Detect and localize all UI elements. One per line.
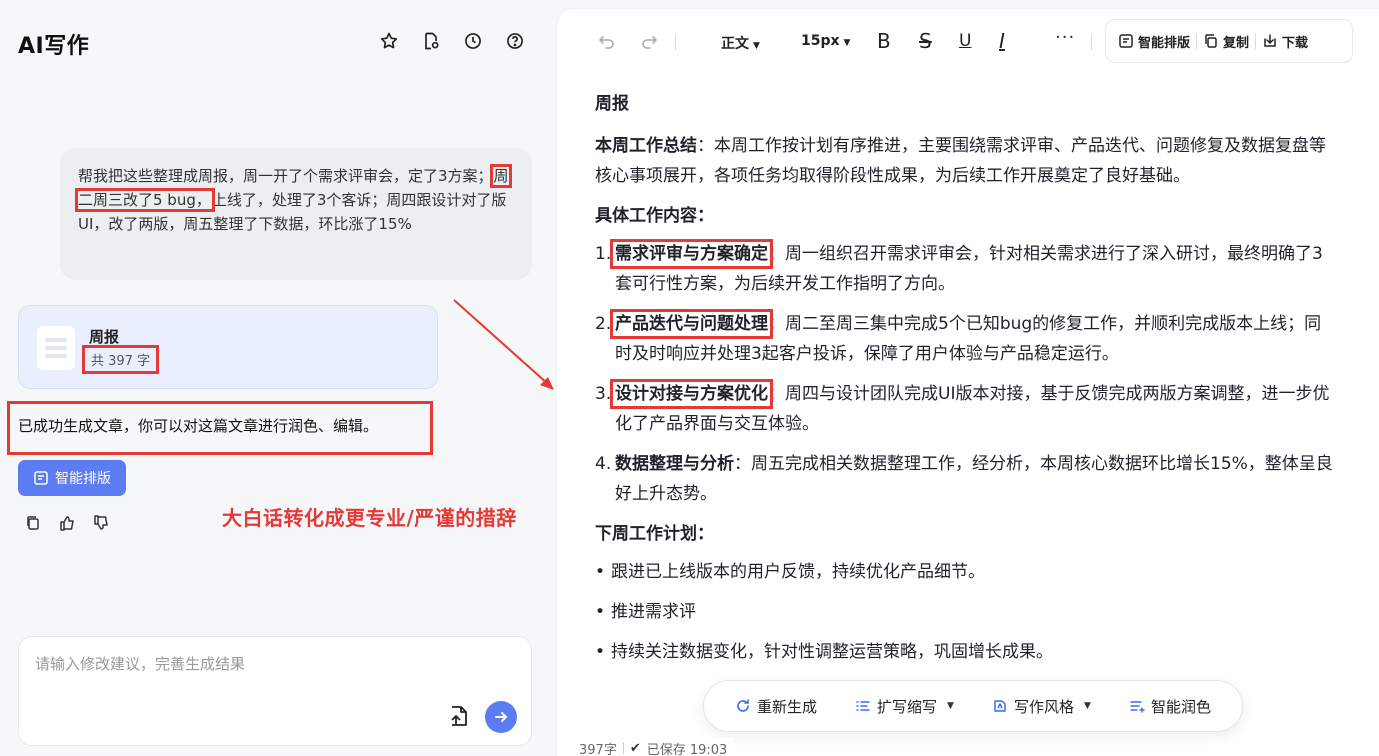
toolbar-divider bbox=[675, 34, 676, 50]
smart-polish-button[interactable]: 智能润色 bbox=[1129, 696, 1211, 717]
document-icon bbox=[37, 326, 75, 370]
document-settings-icon[interactable] bbox=[420, 30, 442, 52]
copy-label: 复制 bbox=[1223, 35, 1250, 51]
thumbs-down-icon[interactable] bbox=[92, 514, 110, 532]
summary-text: ：本周工作按计划有序推进，主要围绕需求评审、产品迭代、问题修复及数据复盘等核心事… bbox=[595, 136, 1326, 186]
summary-paragraph: 本周工作总结：本周工作按计划有序推进，主要围绕需求评审、产品迭代、问题修复及数据… bbox=[595, 131, 1335, 191]
toolbar-divider bbox=[1091, 34, 1092, 50]
list-item: 2. 产品迭代与问题处理：周二至周三集中完成5个已知bug的修复工作，并顺利完成版… bbox=[595, 309, 1335, 369]
italic-button[interactable]: I bbox=[999, 27, 1005, 55]
assistant-message: 已成功生成文章，你可以对这篇文章进行润色、编辑。 bbox=[7, 401, 433, 455]
app-title: AI写作 bbox=[18, 34, 90, 59]
document-content[interactable]: 周报 本周工作总结：本周工作按计划有序推进，主要围绕需求评审、产品迭代、问题修复… bbox=[595, 89, 1335, 677]
list-item: 1. 需求评审与方案确定：周一组织召开需求评审会，针对相关需求进行了深入研讨，最终… bbox=[595, 239, 1335, 299]
upload-file-icon[interactable] bbox=[445, 703, 471, 729]
style-icon bbox=[994, 700, 1006, 712]
font-size-value: 15px bbox=[801, 33, 840, 49]
strikethrough-button[interactable]: S bbox=[919, 27, 932, 55]
copy-icon[interactable] bbox=[24, 514, 42, 532]
doc-card-title: 周报 bbox=[89, 328, 120, 346]
copy-icon bbox=[1205, 34, 1217, 48]
thumbs-up-icon[interactable] bbox=[58, 514, 76, 532]
bold-button[interactable]: B bbox=[877, 27, 891, 55]
writing-style-label: 写作风格 bbox=[1013, 697, 1074, 716]
download-label: 下载 bbox=[1282, 35, 1309, 51]
chevron-down-icon: ▼ bbox=[753, 41, 760, 51]
generated-doc-card[interactable]: 周报 共 397 字 bbox=[18, 305, 438, 389]
list-item: 持续关注数据变化，针对性调整运营策略，巩固增长成果。 bbox=[595, 637, 1335, 667]
chevron-down-icon: ▼ bbox=[947, 701, 954, 711]
revision-input[interactable] bbox=[35, 653, 515, 703]
paragraph-style-value: 正文 bbox=[721, 36, 749, 52]
redo-icon[interactable] bbox=[639, 31, 659, 51]
editor-toolbar: 正文 ▼ 15px ▼ B S U I ··· 智能排版 复制 下载 bbox=[557, 9, 1379, 75]
layout-icon bbox=[1119, 34, 1133, 48]
status-bar: 397字 ✔ 已保存 19:03 bbox=[579, 738, 734, 756]
list-item: 3. 设计对接与方案优化：周四与设计团队完成UI版本对接，基于反馈完成两版方案调整… bbox=[595, 379, 1335, 439]
list-item-term: 设计对接与方案优化 bbox=[610, 379, 773, 409]
list-item-number: 1. bbox=[595, 244, 612, 264]
summary-label: 本周工作总结 bbox=[595, 136, 697, 156]
annotation-arrow-icon bbox=[453, 299, 554, 390]
star-icon[interactable] bbox=[378, 30, 400, 52]
list-item-number: 3. bbox=[595, 384, 612, 404]
list-icon bbox=[856, 701, 870, 711]
floating-action-bar: 重新生成 扩写缩写 ▼ 写作风格 ▼ 智能润色 bbox=[703, 680, 1243, 732]
undo-icon[interactable] bbox=[597, 31, 617, 51]
writing-style-button[interactable]: 写作风格 ▼ bbox=[992, 696, 1091, 717]
arrow-right-icon bbox=[495, 712, 508, 722]
help-icon[interactable] bbox=[504, 30, 526, 52]
editor-panel: 正文 ▼ 15px ▼ B S U I ··· 智能排版 复制 下载 周报 本周… bbox=[556, 8, 1379, 756]
status-divider bbox=[622, 742, 624, 754]
smart-layout-toolbar-label: 智能排版 bbox=[1138, 35, 1191, 51]
history-icon[interactable] bbox=[462, 30, 484, 52]
save-status: 已保存 19:03 bbox=[646, 742, 728, 756]
annotation-text: 大白话转化成更专业/严谨的措辞 bbox=[222, 506, 517, 530]
chevron-down-icon: ▼ bbox=[843, 38, 851, 48]
word-count: 397字 bbox=[579, 742, 617, 756]
list-item: 4. 数据整理与分析：周五完成相关数据整理工作，经分析，本周核心数据环比增长15%… bbox=[595, 449, 1335, 509]
expand-shrink-label: 扩写缩写 bbox=[877, 697, 938, 716]
user-message: 帮我把这些整理成周报，周一开了个需求评审会，定了3方案；周二周三改了5 bug，… bbox=[60, 148, 532, 280]
regenerate-button[interactable]: 重新生成 bbox=[735, 696, 817, 717]
list-item: 跟进已上线版本的用户反馈，持续优化产品细节。 bbox=[595, 557, 1335, 587]
list-item: 推进需求评 bbox=[595, 597, 1335, 627]
paragraph-style-select[interactable]: 正文 ▼ bbox=[721, 33, 760, 53]
next-week-heading: 下周工作计划： bbox=[595, 524, 714, 544]
user-message-text: 帮我把这些整理成周报，周一开了个需求评审会，定了3方案； bbox=[78, 167, 493, 185]
list-item-term: 数据整理与分析 bbox=[615, 454, 734, 474]
list-item-term: 产品迭代与问题处理 bbox=[610, 309, 773, 339]
feedback-actions bbox=[24, 514, 110, 532]
layout-icon bbox=[34, 471, 48, 485]
next-week-list: 跟进已上线版本的用户反馈，持续优化产品细节。 推进需求评 持续关注数据变化，针对… bbox=[595, 557, 1335, 667]
details-heading: 具体工作内容： bbox=[595, 206, 714, 226]
font-size-select[interactable]: 15px ▼ bbox=[801, 33, 850, 49]
revision-input-box bbox=[18, 636, 532, 746]
smart-layout-toolbar-button[interactable]: 智能排版 bbox=[1112, 32, 1196, 51]
header-tools bbox=[378, 30, 526, 52]
smart-layout-button[interactable]: 智能排版 bbox=[18, 460, 126, 496]
list-item-number: 2. bbox=[595, 314, 612, 334]
download-icon bbox=[1264, 34, 1276, 47]
list-item-number: 4. bbox=[595, 454, 612, 474]
list-item-term: 需求评审与方案确定 bbox=[610, 239, 773, 269]
copy-button[interactable]: 复制 bbox=[1197, 32, 1255, 51]
document-actions: 智能排版 复制 下载 bbox=[1105, 19, 1353, 63]
refresh-icon bbox=[737, 699, 749, 712]
chevron-down-icon: ▼ bbox=[1084, 701, 1091, 711]
regenerate-label: 重新生成 bbox=[757, 697, 818, 716]
expand-shrink-button[interactable]: 扩写缩写 ▼ bbox=[855, 696, 954, 717]
more-options-icon[interactable]: ··· bbox=[1055, 27, 1075, 48]
send-button[interactable] bbox=[485, 701, 517, 733]
polish-icon bbox=[1130, 701, 1145, 713]
download-button[interactable]: 下载 bbox=[1256, 32, 1314, 51]
chat-panel: AI写作 帮我把这些整理成周报，周一开了个需求评审会，定了3方案；周二周三改了5… bbox=[0, 0, 556, 756]
underline-button[interactable]: U bbox=[959, 27, 971, 55]
smart-layout-label: 智能排版 bbox=[55, 471, 111, 487]
document-title: 周报 bbox=[595, 94, 629, 114]
smart-polish-label: 智能润色 bbox=[1150, 697, 1211, 716]
doc-card-word-count: 共 397 字 bbox=[81, 345, 160, 374]
check-icon: ✔ bbox=[629, 740, 641, 756]
details-list: 1. 需求评审与方案确定：周一组织召开需求评审会，针对相关需求进行了深入研讨，最终… bbox=[595, 239, 1335, 509]
